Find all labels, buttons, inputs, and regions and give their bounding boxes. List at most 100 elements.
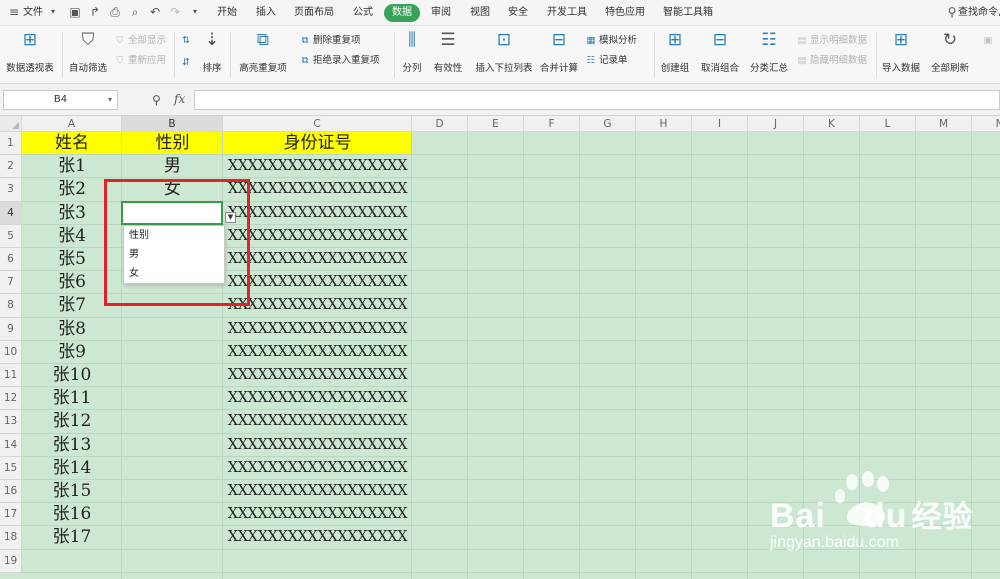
file-menu[interactable]: 文件 [23,5,43,21]
name-cell[interactable]: 张1 [22,155,122,178]
column-header-g[interactable]: G [580,116,636,132]
column-header-n[interactable]: N [972,116,1000,132]
name-cell[interactable]: 张15 [22,480,122,503]
row-header-2[interactable]: 2 [0,155,22,179]
name-cell[interactable]: 张16 [22,503,122,526]
id-number-cell[interactable]: XXXXXXXXXXXXXXXXXX [223,364,412,387]
column-header-d[interactable]: D [412,116,468,132]
gender-cell[interactable] [122,526,223,549]
menu-formulas[interactable]: 公式 [353,5,373,21]
id-number-cell[interactable]: XXXXXXXXXXXXXXXXXX [223,503,412,526]
reapply-button[interactable]: ⛉ 重新应用 [114,54,166,68]
column-header-k[interactable]: K [804,116,860,132]
insert-dropdown-list-button[interactable]: ⊡ 插入下拉列表 [472,30,536,74]
menu-home[interactable]: 开始 [217,5,237,21]
column-header-f[interactable]: F [524,116,580,132]
row-header-14[interactable]: 14 [0,433,22,457]
search-icon[interactable]: ⚲ [945,5,959,19]
redo-icon[interactable]: ↷ [168,5,182,19]
column-header-a[interactable]: A [22,116,122,132]
menu-security[interactable]: 安全 [508,5,528,21]
name-cell[interactable]: 张14 [22,457,122,480]
print-preview-icon[interactable]: ⌕ [128,5,142,19]
column-header-i[interactable]: I [692,116,748,132]
id-number-cell[interactable]: XXXXXXXXXXXXXXXXXX [223,410,412,433]
validity-button[interactable]: ☰ 有效性 [428,30,468,74]
consolidate-button[interactable]: ⊟ 合并计算 [538,30,580,74]
ungroup-button[interactable]: ⊟ 取消组合 [696,30,744,74]
row-header-1[interactable]: 1 [0,132,22,156]
gender-cell[interactable] [122,364,223,387]
print-icon[interactable]: ⎙ [108,5,122,19]
row-header-9[interactable]: 9 [0,317,22,341]
gender-cell[interactable] [122,341,223,364]
row-header-18[interactable]: 18 [0,526,22,550]
id-number-cell[interactable]: XXXXXXXXXXXXXXXXXX [223,318,412,341]
subtotal-button[interactable]: ☷ 分类汇总 [748,30,790,74]
chevron-down-icon[interactable]: ▾ [46,5,60,19]
what-if-analysis-button[interactable]: ▦ 模拟分析 [585,34,638,48]
id-number-cell[interactable]: XXXXXXXXXXXXXXXXXX [223,202,412,225]
column-header-m[interactable]: M [916,116,972,132]
column-header-l[interactable]: L [860,116,916,132]
more-tools-button[interactable]: ▣ [982,34,996,48]
menu-page-layout[interactable]: 页面布局 [294,5,334,21]
customize-toolbar-icon[interactable]: ▾ [188,5,202,19]
header-cell-name[interactable]: 姓名 [22,132,122,155]
row-header-12[interactable]: 12 [0,387,22,411]
import-data-button[interactable]: ⊞ 导入数据 [880,30,922,74]
name-cell[interactable]: 张17 [22,526,122,549]
gender-cell[interactable] [122,410,223,433]
gender-cell[interactable] [122,318,223,341]
row-header-8[interactable]: 8 [0,294,22,318]
sort-ascending-button[interactable]: ⇅ [180,34,194,48]
gender-cell[interactable] [122,503,223,526]
save-icon[interactable]: ▣ [68,5,82,19]
id-number-cell[interactable]: XXXXXXXXXXXXXXXXXX [223,178,412,201]
hamburger-menu-icon[interactable]: ≡ [7,5,21,19]
undo-icon[interactable]: ↶ [148,5,162,19]
id-number-cell[interactable]: XXXXXXXXXXXXXXXXXX [223,341,412,364]
column-header-h[interactable]: H [636,116,692,132]
id-number-cell[interactable]: XXXXXXXXXXXXXXXXXX [223,248,412,271]
menu-review[interactable]: 审阅 [431,5,451,21]
name-box[interactable]: B4 [3,90,118,110]
menu-smart-toolbox[interactable]: 智能工具箱 [663,5,713,21]
menu-special-apps[interactable]: 特色应用 [605,5,645,21]
row-header-11[interactable]: 11 [0,364,22,388]
name-cell[interactable]: 张11 [22,387,122,410]
gender-cell[interactable] [122,434,223,457]
menu-insert[interactable]: 插入 [256,5,276,21]
select-all-corner[interactable] [0,116,22,132]
column-header-c[interactable]: C [223,116,412,132]
row-header-19[interactable]: 19 [0,549,22,573]
row-header-10[interactable]: 10 [0,340,22,364]
search-commands[interactable]: 查找命令, [958,5,1000,21]
id-number-cell[interactable]: XXXXXXXXXXXXXXXXXX [223,225,412,248]
column-header-j[interactable]: J [748,116,804,132]
header-cell-gender[interactable]: 性别 [122,132,223,155]
highlight-duplicates-button[interactable]: ⧉ 高亮重复项 [234,30,292,74]
sort-button[interactable]: ⇣ 排序 [198,30,226,74]
menu-developer[interactable]: 开发工具 [547,5,587,21]
row-header-15[interactable]: 15 [0,456,22,480]
split-column-button[interactable]: ⫼ 分列 [398,30,426,74]
id-number-cell[interactable]: XXXXXXXXXXXXXXXXXX [223,480,412,503]
row-header-5[interactable]: 5 [0,224,22,248]
show-all-button[interactable]: ⛉ 全部显示 [114,34,166,48]
remove-duplicates-button[interactable]: ⧉ 删除重复项 [299,34,361,48]
chevron-down-icon[interactable]: ▾ [104,90,116,110]
name-cell[interactable]: 张10 [22,364,122,387]
gender-cell[interactable] [122,387,223,410]
record-form-button[interactable]: ☷ 记录单 [585,54,628,68]
gender-cell[interactable] [122,480,223,503]
name-cell[interactable]: 张12 [22,410,122,433]
name-cell[interactable]: 张8 [22,318,122,341]
zoom-icon[interactable]: ⚲ [152,93,161,107]
gender-cell[interactable] [122,457,223,480]
auto-filter-button[interactable]: ⛉ 自动筛选 [66,30,110,74]
id-number-cell[interactable]: XXXXXXXXXXXXXXXXXX [223,457,412,480]
header-cell-id[interactable]: 身份证号 [223,132,412,155]
formula-input[interactable] [194,90,1000,110]
menu-data[interactable]: 数据 [384,4,420,22]
